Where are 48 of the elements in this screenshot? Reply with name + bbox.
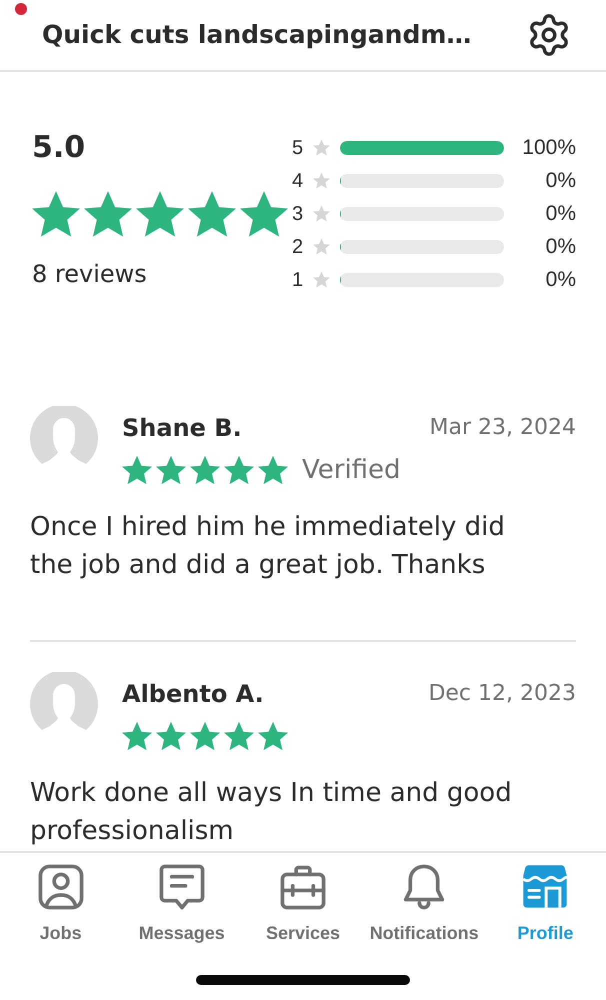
page-title: Quick cuts landscapingandm… (42, 20, 472, 50)
star-level-label: 4 (291, 168, 304, 192)
review-text: Work done all ways In time and good professionalism (30, 777, 513, 848)
star-icon (190, 721, 220, 751)
tab-bar-item[interactable]: Notifications (364, 853, 485, 945)
message-icon (158, 863, 206, 911)
average-rating: 5.0 (32, 130, 86, 166)
star-icon (84, 190, 132, 238)
rating-percent: 0% (546, 168, 576, 192)
star-level-label: 2 (291, 234, 304, 258)
verified-label: Verified (302, 455, 401, 485)
star-icon (122, 455, 152, 485)
rating-percent: 0% (546, 234, 576, 258)
review-count: 8 reviews (32, 260, 148, 288)
reviewer-name: Albento A. (122, 679, 264, 709)
star-icon (313, 238, 330, 255)
rating-percent: 0% (546, 202, 576, 226)
star-icon (258, 455, 288, 485)
star-icon (313, 172, 330, 189)
star-icon (156, 455, 186, 485)
review-text: Once I hired him he immediately did the job and did a great job. Thanks (30, 511, 506, 582)
star-level-label: 1 (291, 268, 304, 292)
reviewer-name: Shane B. (122, 413, 242, 443)
star-icon (258, 721, 288, 751)
star-icon (156, 721, 186, 751)
star-icon (224, 455, 254, 485)
star-icon (240, 190, 288, 238)
tab-bar-item[interactable]: Messages (121, 853, 242, 945)
tab-bar-item[interactable]: Profile (484, 853, 606, 945)
star-icon (136, 190, 184, 238)
star-icon (32, 190, 80, 238)
rating-percent: 0% (546, 268, 576, 292)
briefcase-icon (278, 863, 327, 911)
person-card-icon (36, 863, 85, 911)
review-date: Mar 23, 2024 (430, 414, 576, 442)
star-level-label: 3 (291, 202, 304, 226)
review-date: Dec 12, 2023 (428, 680, 576, 708)
star-level-label: 5 (291, 136, 304, 160)
tab-bar-item[interactable]: Services (242, 853, 364, 945)
star-icon (188, 190, 236, 238)
tab-bar-item[interactable]: Jobs (0, 853, 122, 945)
star-icon (122, 721, 152, 751)
star-icon (190, 455, 220, 485)
star-icon (313, 271, 330, 288)
star-icon (313, 205, 330, 222)
star-icon (313, 139, 330, 156)
star-icon (224, 721, 254, 751)
rating-percent: 100% (522, 136, 576, 160)
